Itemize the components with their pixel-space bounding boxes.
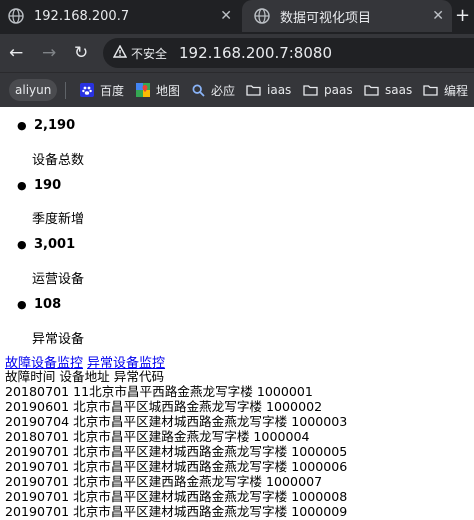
stat-label: 运营设备 [32, 272, 85, 287]
bookmark-folder-paas[interactable]: paas [303, 73, 353, 107]
search-icon [192, 84, 205, 97]
table-row: 20180701 北京市昌平区建路金燕龙写字楼 1000004 [5, 429, 310, 444]
bookmark-label: iaas [267, 83, 292, 97]
bullet-icon: ● [17, 238, 27, 251]
tab-title: 数据可视化项目 [280, 10, 372, 26]
table-row: 20190601 北京市昌平区城西路金燕龙写字楼 1000002 [5, 399, 323, 414]
bookmark-aliyun[interactable]: aliyun [9, 79, 58, 101]
table-row: 20190701 北京市昌平区建材城西路金燕龙写字楼 1000008 [5, 489, 348, 504]
address-bar[interactable]: 不安全 192.168.200.7:8080 [103, 38, 474, 68]
baidu-paw-icon [80, 83, 94, 97]
bookmark-baidu[interactable]: 百度 [80, 73, 124, 107]
close-icon[interactable]: ✕ [432, 8, 444, 24]
security-chip[interactable]: 不安全 [112, 44, 168, 62]
table-row: 20190701 北京市昌平区建材城西路金燕龙写字楼 1000005 [5, 444, 348, 459]
fault-table: 故障时间 设备地址 异常代码 20180701 11北京市昌平西路金燕龙写字楼 … [5, 369, 347, 519]
stat-label: 异常设备 [32, 332, 85, 347]
bullet-icon: ● [17, 179, 27, 192]
bullet-icon: ● [17, 119, 27, 132]
bookmark-label: 编程 [444, 83, 469, 98]
new-tab-icon[interactable]: + [455, 7, 470, 25]
security-label: 不安全 [131, 46, 168, 61]
table-row: 20180701 11北京市昌平西路金燕龙写字楼 1000001 [5, 384, 313, 399]
bookmark-label: 地图 [156, 83, 181, 98]
table-row: 20190701 北京市昌平区建材城西路金燕龙写字楼 1000009 [5, 504, 348, 519]
stat-value: 2,190 [34, 118, 76, 133]
bookmark-label: 必应 [211, 83, 236, 98]
bookmark-map[interactable]: 地图 [136, 73, 180, 107]
toolbar: ← → ↻ 不安全 192.168.200.7:8080 [0, 34, 474, 72]
table-row: 20190704 北京市昌平区建材城西路金燕龙写字楼 1000003 [5, 414, 348, 429]
tab-project[interactable]: 数据可视化项目 ✕ [242, 0, 452, 32]
stat-value: 190 [34, 178, 62, 193]
folder-icon [246, 84, 261, 96]
warning-triangle-icon [112, 44, 128, 61]
bookmark-folder-coding[interactable]: 编程 [423, 73, 468, 107]
browser-chrome: 192.168.200.7 ✕ 数据可视化项目 ✕ + ← → ↻ 不安全 19… [0, 0, 474, 107]
bookmark-label: 百度 [100, 83, 125, 98]
table-row: 20190701 北京市昌平区建材城西路金燕龙写字楼 1000006 [5, 459, 348, 474]
tab-strip: 192.168.200.7 ✕ 数据可视化项目 ✕ + [0, 0, 474, 34]
tab-ip[interactable]: 192.168.200.7 ✕ [0, 0, 242, 32]
folder-icon [303, 84, 318, 96]
bookmarks-divider [65, 82, 66, 99]
globe-icon [254, 8, 270, 24]
bookmark-folder-saas[interactable]: saas [364, 73, 412, 107]
stat-value: 3,001 [34, 237, 76, 252]
bookmark-label: saas [385, 83, 413, 97]
bookmark-folder-iaas[interactable]: iaas [246, 73, 291, 107]
bookmark-bing[interactable]: 必应 [192, 73, 235, 107]
close-icon[interactable]: ✕ [220, 8, 232, 24]
tab-title: 192.168.200.7 [34, 8, 130, 24]
url-text: 192.168.200.7:8080 [179, 44, 332, 62]
back-arrow-icon[interactable]: ← [9, 44, 23, 62]
forward-arrow-icon[interactable]: → [42, 44, 56, 62]
reload-icon[interactable]: ↻ [74, 44, 88, 62]
bullet-icon: ● [17, 298, 27, 311]
folder-icon [423, 84, 438, 96]
bookmark-label: paas [324, 83, 353, 97]
table-header: 故障时间 设备地址 异常代码 [5, 369, 165, 384]
table-row: 20190701 北京市昌平区建西路金燕龙写字楼 1000007 [5, 474, 323, 489]
bookmarks-bar: aliyun 百度 地图 必应 iaas paas saas 编程 [0, 72, 474, 107]
stat-label: 设备总数 [32, 153, 85, 168]
folder-icon [364, 84, 379, 96]
map-pin-icon [136, 83, 150, 97]
globe-icon [8, 8, 24, 24]
stat-label: 季度新增 [32, 212, 85, 227]
stat-value: 108 [34, 297, 62, 312]
bookmark-label: aliyun [15, 83, 52, 97]
